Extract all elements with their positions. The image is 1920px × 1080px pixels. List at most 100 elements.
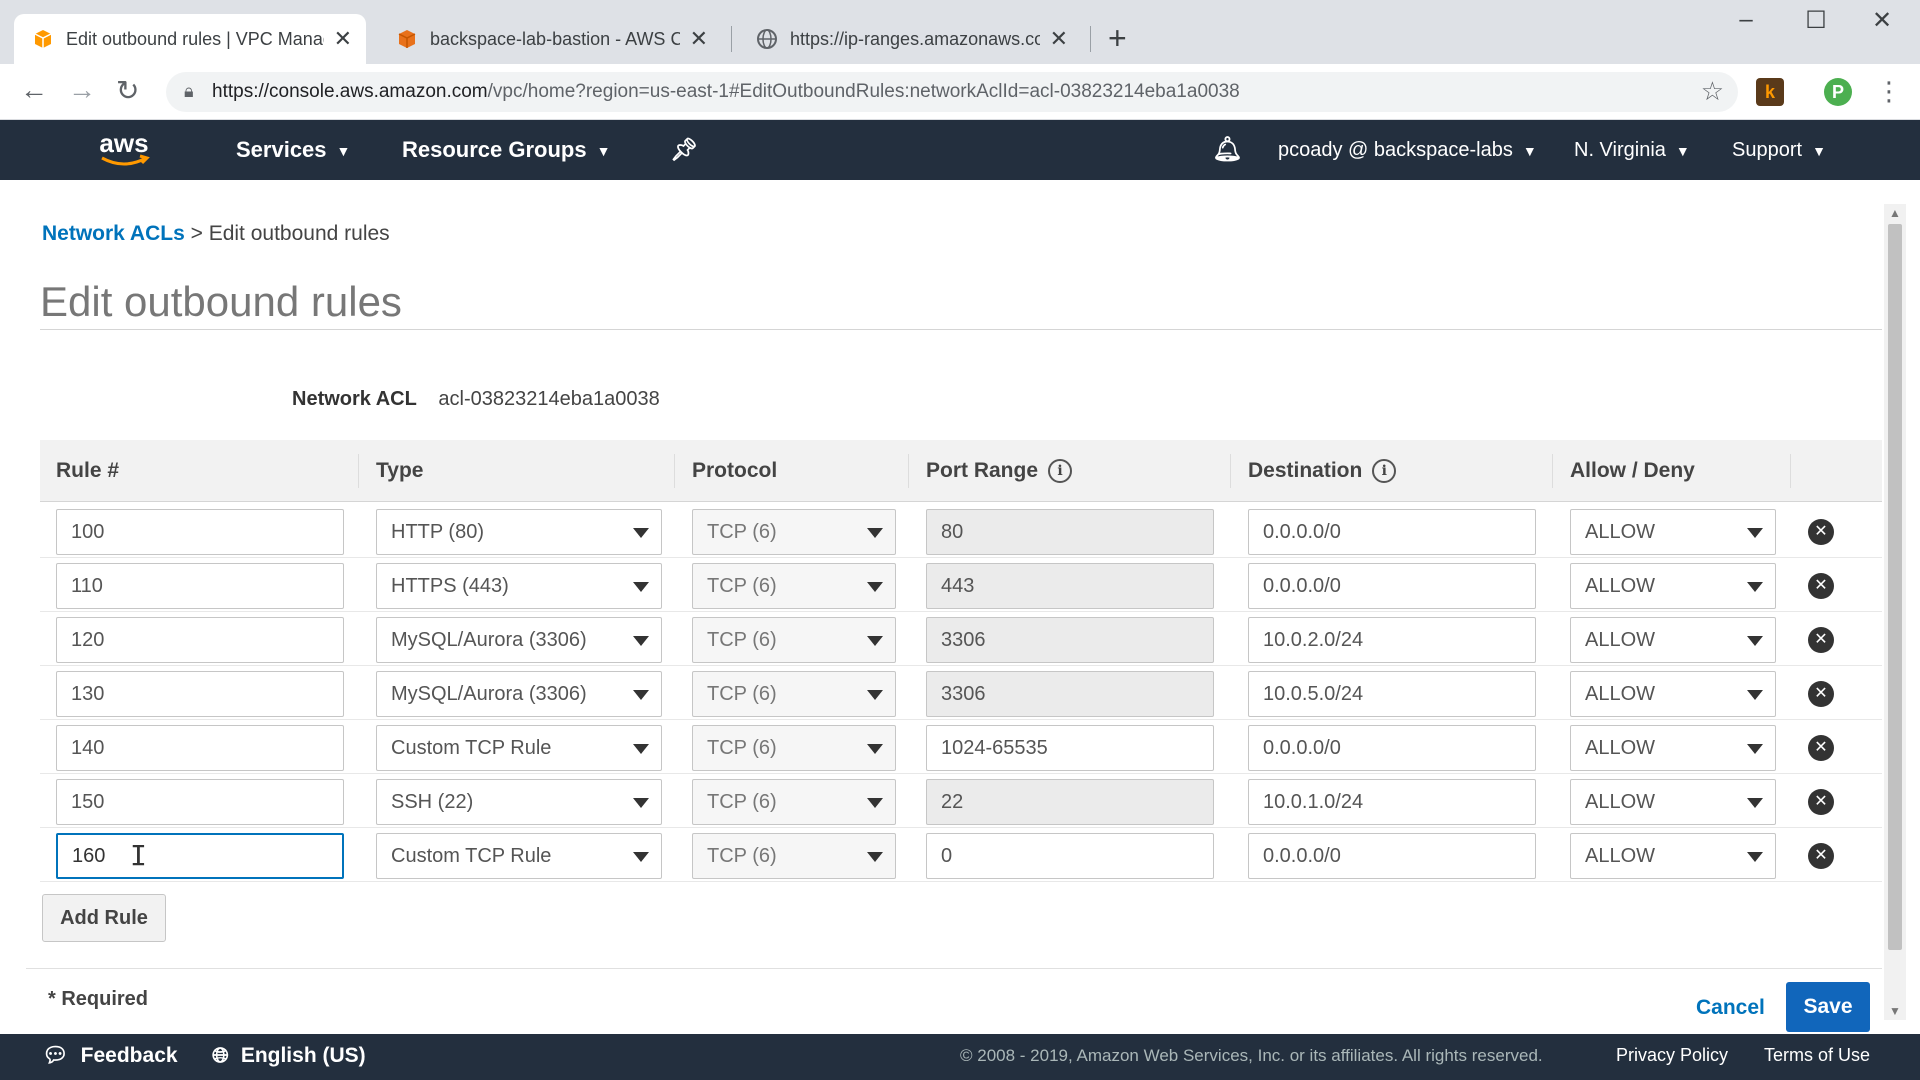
browser-tab-bastion[interactable]: backspace-lab-bastion - AWS Clo ✕: [378, 14, 722, 64]
rule-number-input-value: 130: [71, 683, 105, 705]
language-selector[interactable]: 🌐︎ English (US): [212, 1044, 366, 1068]
browser-tab-vpc[interactable]: Edit outbound rules | VPC Manag ✕: [14, 14, 366, 64]
protocol-select-value: TCP (6): [707, 683, 777, 705]
protocol-select[interactable]: TCP (6): [692, 725, 896, 771]
allow-deny-select[interactable]: ALLOW: [1570, 725, 1776, 771]
remove-rule-icon[interactable]: ✕: [1808, 843, 1834, 869]
protocol-select[interactable]: TCP (6): [692, 833, 896, 879]
breadcrumb: Network ACLs > Edit outbound rules: [42, 222, 390, 246]
port-range-input[interactable]: 1024-65535: [926, 725, 1214, 771]
table-row: 120 MySQL/Aurora (3306) TCP (6) 3306 10.0.2.…: [40, 612, 1882, 666]
remove-rule-icon[interactable]: ✕: [1808, 519, 1834, 545]
browser-toolbar: ← → ↻ 🔒︎ https://console.aws.amazon.com/…: [0, 64, 1920, 120]
destination-input[interactable]: 0.0.0.0/0: [1248, 725, 1536, 771]
info-icon[interactable]: i: [1372, 459, 1397, 484]
scroll-up-arrow-icon[interactable]: ▲: [1889, 206, 1901, 220]
close-tab-icon[interactable]: ✕: [690, 26, 708, 52]
remove-rule-icon[interactable]: ✕: [1808, 681, 1834, 707]
bell-icon[interactable]: 🔔︎: [1212, 120, 1242, 180]
resource-groups-label: Resource Groups: [402, 137, 587, 162]
type-select[interactable]: Custom TCP Rule: [376, 833, 662, 879]
services-menu[interactable]: Services ▼: [236, 120, 350, 180]
region-menu[interactable]: N. Virginia ▼: [1574, 120, 1690, 180]
remove-rule-icon[interactable]: ✕: [1808, 627, 1834, 653]
close-window-icon[interactable]: ✕: [1862, 6, 1902, 35]
new-tab-plus-icon[interactable]: +: [1108, 20, 1127, 57]
type-select[interactable]: Custom TCP Rule: [376, 725, 662, 771]
destination-input[interactable]: 0.0.0.0/0: [1248, 833, 1536, 879]
protocol-select[interactable]: TCP (6): [692, 779, 896, 825]
rule-number-input[interactable]: 140: [56, 725, 344, 771]
protocol-select[interactable]: TCP (6): [692, 617, 896, 663]
feedback-link[interactable]: 💬︎ Feedback: [42, 1044, 178, 1068]
rule-number-input[interactable]: 130: [56, 671, 344, 717]
extension-k-icon[interactable]: k: [1756, 78, 1784, 106]
allow-deny-select[interactable]: ALLOW: [1570, 779, 1776, 825]
remove-rule-icon[interactable]: ✕: [1808, 735, 1834, 761]
back-arrow-icon[interactable]: ←: [20, 74, 48, 106]
breadcrumb-network-acls-link[interactable]: Network ACLs: [42, 222, 185, 245]
allow-deny-select[interactable]: ALLOW: [1570, 833, 1776, 879]
reload-icon[interactable]: ↻: [116, 74, 139, 107]
info-icon[interactable]: i: [1048, 459, 1073, 484]
allow-deny-select[interactable]: ALLOW: [1570, 509, 1776, 555]
allow-deny-select-value: ALLOW: [1585, 791, 1656, 813]
scrollbar-thumb[interactable]: [1888, 224, 1902, 950]
protocol-select[interactable]: TCP (6): [692, 509, 896, 555]
allow-deny-select[interactable]: ALLOW: [1570, 671, 1776, 717]
chevron-down-icon: ▼: [1522, 142, 1537, 159]
cancel-button[interactable]: Cancel: [1696, 996, 1765, 1020]
address-bar[interactable]: 🔒︎ https://console.aws.amazon.com/vpc/ho…: [166, 72, 1738, 112]
protocol-select[interactable]: TCP (6): [692, 671, 896, 717]
close-tab-icon[interactable]: ✕: [334, 26, 352, 52]
type-select[interactable]: HTTP (80): [376, 509, 662, 555]
port-range-input[interactable]: 0: [926, 833, 1214, 879]
minimize-window-icon[interactable]: –: [1726, 6, 1766, 34]
url-text[interactable]: https://console.aws.amazon.com/vpc/home?…: [212, 81, 1240, 103]
remove-rule-icon[interactable]: ✕: [1808, 789, 1834, 815]
allow-deny-select[interactable]: ALLOW: [1570, 617, 1776, 663]
profile-avatar[interactable]: P: [1824, 78, 1852, 106]
scroll-down-arrow-icon[interactable]: ▼: [1889, 1004, 1901, 1018]
resource-groups-menu[interactable]: Resource Groups ▼: [402, 120, 610, 180]
pin-icon[interactable]: 📌︎: [670, 120, 698, 180]
destination-label: Destination: [1248, 459, 1363, 482]
save-button[interactable]: Save: [1786, 982, 1870, 1032]
remove-rule-icon[interactable]: ✕: [1808, 573, 1834, 599]
account-menu[interactable]: pcoady @ backspace-labs ▼: [1278, 120, 1537, 180]
protocol-select[interactable]: TCP (6): [692, 563, 896, 609]
terms-of-use-link[interactable]: Terms of Use: [1764, 1045, 1870, 1066]
chevron-down-icon: ▼: [1675, 142, 1690, 159]
destination-input[interactable]: 10.0.5.0/24: [1248, 671, 1536, 717]
forward-arrow-icon[interactable]: →: [68, 74, 96, 106]
aws-cube-icon: [398, 30, 416, 48]
port-range-input-value: 80: [941, 521, 964, 543]
browser-menu-icon[interactable]: ⋮: [1876, 76, 1902, 107]
rule-number-input[interactable]: 100: [56, 509, 344, 555]
type-select[interactable]: MySQL/Aurora (3306): [376, 671, 662, 717]
allow-deny-select[interactable]: ALLOW: [1570, 563, 1776, 609]
destination-input[interactable]: 0.0.0.0/0: [1248, 563, 1536, 609]
close-tab-icon[interactable]: ✕: [1050, 26, 1068, 52]
rule-number-input-value: 110: [71, 575, 103, 597]
destination-input[interactable]: 0.0.0.0/0: [1248, 509, 1536, 555]
port-range-input: 3306: [926, 617, 1214, 663]
rule-number-input[interactable]: 120: [56, 617, 344, 663]
type-select[interactable]: MySQL/Aurora (3306): [376, 617, 662, 663]
maximize-window-icon[interactable]: ☐: [1796, 6, 1836, 35]
bookmark-star-icon[interactable]: ☆: [1701, 76, 1724, 107]
support-menu[interactable]: Support ▼: [1732, 120, 1826, 180]
type-select[interactable]: HTTPS (443): [376, 563, 662, 609]
add-rule-button[interactable]: Add Rule: [42, 894, 166, 942]
page-scrollbar[interactable]: ▲ ▼: [1884, 204, 1906, 1020]
privacy-policy-link[interactable]: Privacy Policy: [1616, 1045, 1728, 1066]
destination-input[interactable]: 10.0.2.0/24: [1248, 617, 1536, 663]
destination-input[interactable]: 10.0.1.0/24: [1248, 779, 1536, 825]
rule-number-input[interactable]: 150: [56, 779, 344, 825]
rule-number-input[interactable]: 110: [56, 563, 344, 609]
svg-text:aws: aws: [99, 128, 148, 158]
rule-number-input[interactable]: 160 I: [56, 833, 344, 879]
type-select[interactable]: SSH (22): [376, 779, 662, 825]
aws-logo[interactable]: aws: [92, 126, 156, 174]
browser-tab-ip-ranges[interactable]: https://ip-ranges.amazonaws.com ✕: [738, 14, 1082, 64]
